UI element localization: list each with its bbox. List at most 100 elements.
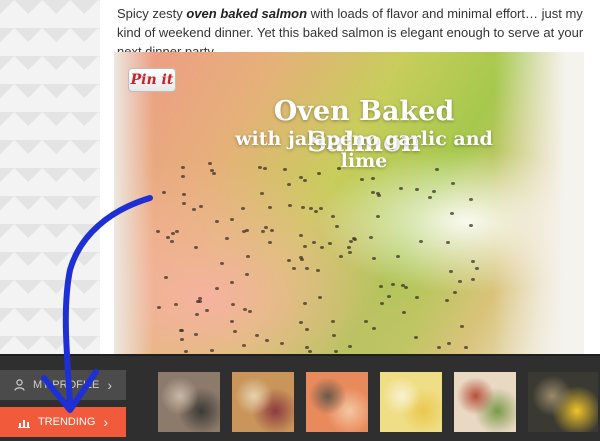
- trending-button[interactable]: TRENDING ›: [0, 407, 126, 437]
- pepper-speck: [270, 228, 275, 232]
- pepper-speck: [313, 209, 318, 213]
- pin-it-button[interactable]: Pin it: [128, 68, 176, 92]
- pepper-speck: [469, 197, 474, 201]
- pepper-speck: [241, 206, 246, 210]
- pepper-speck: [400, 283, 405, 287]
- pepper-speck: [347, 245, 352, 249]
- pepper-speck: [469, 223, 474, 227]
- pepper-speck: [302, 179, 307, 183]
- pepper-speck: [165, 235, 170, 239]
- pepper-speck: [451, 181, 456, 185]
- grilled-food-photo[interactable]: [528, 372, 598, 432]
- pepper-speck: [363, 319, 368, 323]
- salmon-hero-image: Oven Baked Salmon with jalapeno garlic a…: [114, 52, 584, 360]
- pepper-speck: [254, 334, 259, 338]
- pepper-speck: [318, 206, 323, 210]
- pepper-speck: [246, 254, 251, 258]
- pepper-speck: [414, 296, 419, 300]
- pepper-speck: [245, 229, 250, 232]
- pepper-speck: [198, 299, 203, 303]
- pepper-speck: [162, 191, 167, 195]
- bottom-trending-bar: MY PROFILE › TRENDING ›: [0, 354, 600, 441]
- pepper-speck: [181, 174, 186, 178]
- pepper-speck: [298, 256, 303, 260]
- pepper-speck: [348, 345, 353, 349]
- pepper-speck: [331, 319, 336, 323]
- pepper-speck: [156, 305, 161, 309]
- pepper-speck: [347, 251, 352, 255]
- pepper-speck: [427, 195, 432, 199]
- pepper-speck: [292, 266, 297, 270]
- pepper-speck: [304, 327, 309, 331]
- chevron-right-icon: ›: [103, 414, 109, 430]
- pepper-speck: [192, 208, 197, 212]
- pepper-speck: [319, 246, 324, 250]
- pepper-speck: [264, 225, 269, 229]
- pepper-speck: [173, 302, 178, 306]
- pepper-speck: [377, 194, 382, 198]
- pepper-speck: [163, 276, 168, 280]
- pepper-speck: [247, 310, 252, 314]
- patterned-sidebar-background: [0, 0, 100, 360]
- pepper-speck: [371, 191, 376, 195]
- pepper-speck: [215, 219, 220, 223]
- pepper-speck: [171, 232, 176, 236]
- pepper-speck: [351, 237, 356, 241]
- pepper-speck: [317, 171, 322, 175]
- pepper-speck: [245, 273, 250, 277]
- pepper-speck: [210, 349, 215, 353]
- pepper-speck: [418, 240, 423, 244]
- pepper-speck: [286, 258, 291, 262]
- pepper-speck: [333, 350, 338, 354]
- hero-subtitle: with jalapeno garlic and lime: [235, 128, 493, 172]
- pepper-speck: [183, 350, 188, 354]
- pepper-speck: [328, 242, 333, 246]
- pepper-speck: [180, 165, 185, 169]
- pepper-speck: [230, 218, 234, 222]
- bar-chart-icon: [17, 419, 30, 428]
- pepper-speck: [470, 259, 475, 263]
- pepper-speck: [298, 321, 303, 325]
- pepper-speck: [299, 233, 304, 237]
- pepper-speck: [338, 254, 343, 258]
- shrimp-platter-photo[interactable]: [306, 372, 368, 432]
- pepper-speck: [180, 337, 185, 341]
- pepper-speck: [445, 299, 450, 303]
- tacos-plate-photo[interactable]: [454, 372, 516, 432]
- pepper-speck: [399, 187, 404, 191]
- pepper-speck: [387, 294, 392, 298]
- chevron-right-icon: ›: [107, 377, 113, 393]
- intro-text-highlight: oven baked salmon: [186, 6, 308, 21]
- pepper-speck: [198, 204, 203, 208]
- pepper-speck: [375, 215, 380, 219]
- my-profile-label: MY PROFILE: [32, 379, 100, 391]
- pepper-speck: [304, 267, 309, 271]
- pepper-speck: [305, 345, 310, 349]
- pepper-speck: [204, 308, 209, 312]
- user-icon: [14, 379, 25, 391]
- pepper-speck: [318, 295, 323, 299]
- berry-bread-photo[interactable]: [232, 372, 294, 432]
- pepper-speck: [471, 277, 476, 281]
- pepper-speck: [156, 230, 161, 234]
- my-profile-button[interactable]: MY PROFILE ›: [0, 370, 126, 400]
- yellow-cookies-photo[interactable]: [380, 372, 442, 432]
- pepper-speck: [287, 182, 292, 186]
- pepper-speck: [267, 241, 272, 245]
- pepper-speck: [432, 189, 437, 193]
- pepper-speck: [229, 281, 234, 285]
- pepper-speck: [197, 296, 202, 300]
- pepper-speck: [287, 204, 292, 208]
- pepper-speck: [463, 346, 468, 350]
- plate-right-edge: [494, 52, 584, 360]
- two-women-photo[interactable]: [158, 372, 220, 432]
- pepper-speck: [182, 192, 187, 196]
- pepper-speck: [193, 332, 198, 336]
- pepper-speck: [449, 212, 454, 216]
- pepper-speck: [457, 279, 462, 283]
- pepper-speck: [348, 240, 353, 244]
- pepper-speck: [446, 240, 451, 244]
- pepper-speck: [453, 290, 458, 294]
- pepper-speck: [169, 240, 174, 244]
- pepper-speck: [359, 178, 364, 182]
